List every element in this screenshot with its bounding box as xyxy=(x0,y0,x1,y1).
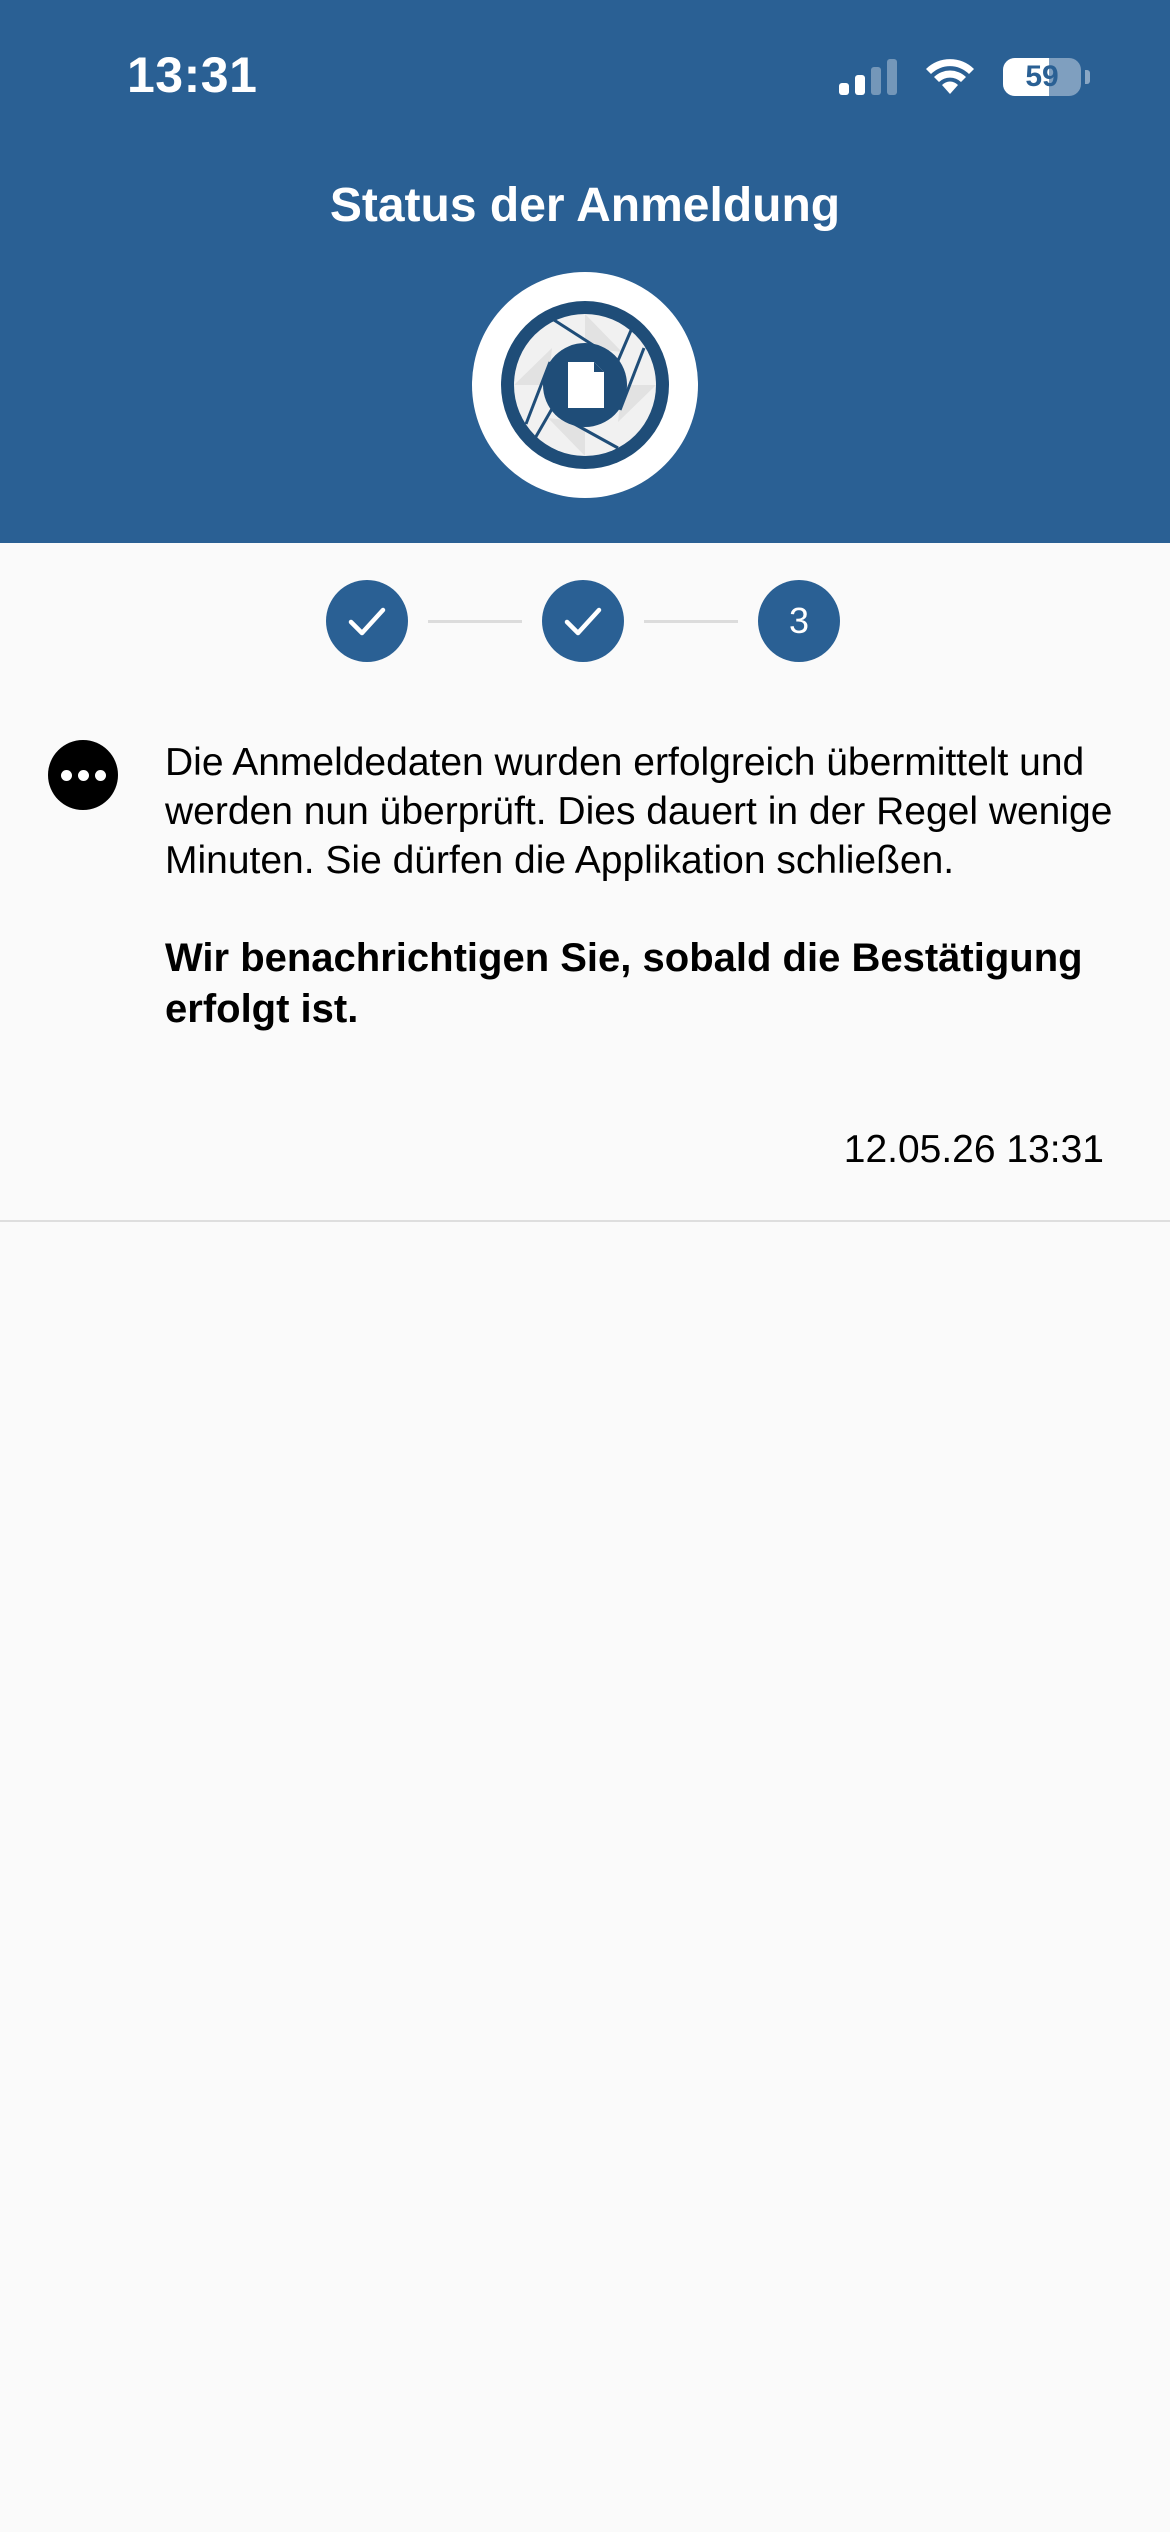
step-connector xyxy=(644,620,738,623)
page-title: Status der Anmeldung xyxy=(329,179,841,232)
wifi-icon xyxy=(926,59,974,94)
aperture-document-logo-icon xyxy=(472,272,698,498)
status-message: Die Anmeldedaten wurden erfolgreich über… xyxy=(0,720,1170,1222)
signal-icon xyxy=(839,59,897,95)
status-time: 13:31 xyxy=(127,47,258,103)
message-timestamp: 12.05.26 13:31 xyxy=(843,1128,1104,1171)
message-body: Die Anmeldedaten wurden erfolgreich über… xyxy=(165,738,1125,1035)
step-2 xyxy=(542,580,624,662)
battery-level: 59 xyxy=(1025,60,1059,93)
message-bold-text: Wir benachrichtigen Sie, sobald die Best… xyxy=(165,936,1083,1031)
header: 13:31 59 Status der Anmeldung xyxy=(0,0,1170,543)
step-3-label: 3 xyxy=(788,600,810,641)
step-1 xyxy=(326,580,408,662)
checkmark-icon xyxy=(348,607,386,636)
more-dots-icon xyxy=(48,740,118,810)
battery-icon: 59 xyxy=(1003,58,1081,96)
message-text: Die Anmeldedaten wurden erfolgreich über… xyxy=(165,741,1113,882)
step-3: 3 xyxy=(758,580,840,662)
step-connector xyxy=(428,620,522,623)
status-icons: 59 xyxy=(839,58,1090,96)
checkmark-icon xyxy=(564,607,602,636)
progress-steps: 3 xyxy=(0,580,1170,664)
